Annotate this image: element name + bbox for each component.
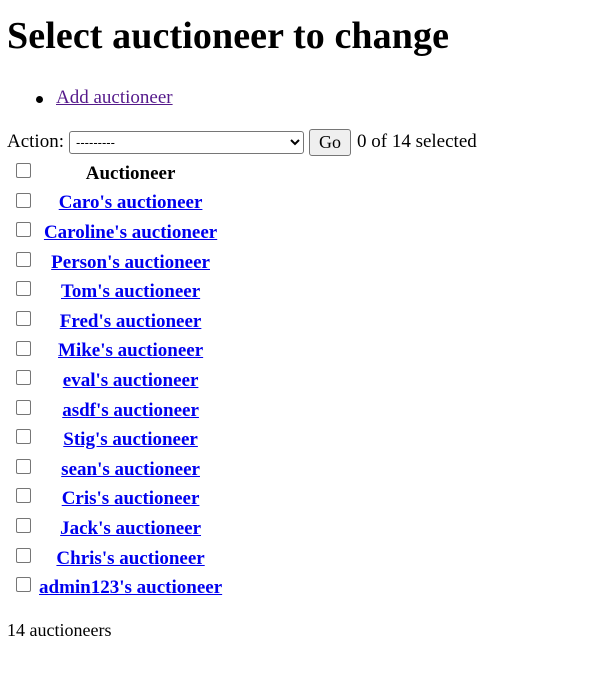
result-count: 14 auctioneers bbox=[7, 619, 112, 640]
row-name-cell: Caroline's auctioneer bbox=[38, 219, 223, 247]
row-checkbox-cell bbox=[8, 515, 36, 543]
row-name-cell: admin123's auctioneer bbox=[38, 574, 223, 602]
table-header-row: Auctioneer bbox=[8, 160, 223, 188]
row-checkbox[interactable] bbox=[16, 458, 31, 474]
table-row: Jack's auctioneer bbox=[8, 515, 223, 543]
go-button[interactable]: Go bbox=[309, 128, 351, 156]
column-header-auctioneer: Auctioneer bbox=[85, 162, 176, 184]
page-title: Select auctioneer to change bbox=[7, 15, 450, 57]
row-checkbox[interactable] bbox=[16, 222, 31, 238]
table-row: Chris's auctioneer bbox=[8, 545, 223, 573]
row-checkbox[interactable] bbox=[16, 429, 31, 445]
table-row: sean's auctioneer bbox=[8, 456, 223, 484]
row-checkbox[interactable] bbox=[16, 518, 31, 534]
row-checkbox-cell bbox=[8, 338, 36, 366]
auctioneer-link[interactable]: asdf's auctioneer bbox=[62, 400, 199, 421]
table-row: admin123's auctioneer bbox=[8, 574, 223, 602]
table-row: Cris's auctioneer bbox=[8, 486, 223, 514]
bullet-icon bbox=[36, 96, 43, 103]
auctioneer-link[interactable]: Cris's auctioneer bbox=[62, 488, 200, 509]
row-checkbox-cell bbox=[8, 574, 36, 602]
select-all-cell bbox=[8, 160, 36, 188]
row-name-cell: Fred's auctioneer bbox=[38, 308, 223, 336]
object-tools: Add auctioneer bbox=[7, 86, 616, 110]
content: Select auctioneer to change Add auctione… bbox=[0, 0, 616, 641]
row-name-cell: Caro's auctioneer bbox=[38, 190, 223, 218]
row-name-cell: Person's auctioneer bbox=[38, 249, 223, 277]
auctioneer-link[interactable]: Mike's auctioneer bbox=[58, 340, 203, 361]
auctioneer-link[interactable]: Caro's auctioneer bbox=[59, 192, 203, 213]
row-checkbox[interactable] bbox=[16, 547, 31, 563]
row-checkbox[interactable] bbox=[16, 370, 31, 386]
row-name-cell: Chris's auctioneer bbox=[38, 545, 223, 573]
table-row: Mike's auctioneer bbox=[8, 338, 223, 366]
row-checkbox[interactable] bbox=[16, 192, 31, 208]
row-checkbox-cell bbox=[8, 190, 36, 218]
row-name-cell: sean's auctioneer bbox=[38, 456, 223, 484]
table-row: Person's auctioneer bbox=[8, 249, 223, 277]
auctioneer-link[interactable]: sean's auctioneer bbox=[61, 459, 200, 480]
row-name-cell: Cris's auctioneer bbox=[38, 486, 223, 514]
auctioneer-link[interactable]: eval's auctioneer bbox=[63, 370, 199, 391]
add-auctioneer-link[interactable]: Add auctioneer bbox=[56, 87, 173, 108]
table-row: asdf's auctioneer bbox=[8, 397, 223, 425]
object-tools-item: Add auctioneer bbox=[36, 86, 616, 110]
row-checkbox[interactable] bbox=[16, 310, 31, 326]
select-all-checkbox[interactable] bbox=[16, 162, 31, 178]
auctioneer-link[interactable]: Caroline's auctioneer bbox=[44, 222, 217, 243]
table-row: Caroline's auctioneer bbox=[8, 219, 223, 247]
row-name-cell: Jack's auctioneer bbox=[38, 515, 223, 543]
row-name-cell: Tom's auctioneer bbox=[38, 278, 223, 306]
table-row: Stig's auctioneer bbox=[8, 426, 223, 454]
row-checkbox[interactable] bbox=[16, 399, 31, 415]
result-list-table: Auctioneer Caro's auctioneer Caroline's a… bbox=[6, 158, 225, 604]
row-checkbox[interactable] bbox=[16, 340, 31, 356]
row-checkbox[interactable] bbox=[16, 577, 31, 593]
row-name-cell: Stig's auctioneer bbox=[38, 426, 223, 454]
row-checkbox-cell bbox=[8, 249, 36, 277]
row-checkbox-cell bbox=[8, 367, 36, 395]
row-checkbox-cell bbox=[8, 219, 36, 247]
auctioneer-link[interactable]: Tom's auctioneer bbox=[61, 281, 200, 302]
row-checkbox-cell bbox=[8, 308, 36, 336]
table-row: Tom's auctioneer bbox=[8, 278, 223, 306]
auctioneer-link[interactable]: Jack's auctioneer bbox=[60, 518, 201, 539]
row-name-cell: eval's auctioneer bbox=[38, 367, 223, 395]
selection-counter: 0 of 14 selected bbox=[357, 131, 477, 152]
row-name-cell: asdf's auctioneer bbox=[38, 397, 223, 425]
action-label: Action: bbox=[7, 131, 64, 152]
row-checkbox[interactable] bbox=[16, 281, 31, 297]
auctioneer-link[interactable]: Stig's auctioneer bbox=[63, 429, 198, 450]
row-checkbox-cell bbox=[8, 486, 36, 514]
auctioneer-link[interactable]: Person's auctioneer bbox=[51, 252, 210, 273]
table-body: Caro's auctioneer Caroline's auctioneer Pe… bbox=[8, 190, 223, 602]
table-row: Fred's auctioneer bbox=[8, 308, 223, 336]
row-checkbox-cell bbox=[8, 278, 36, 306]
action-select[interactable]: --------- bbox=[69, 130, 304, 154]
table-row: eval's auctioneer bbox=[8, 367, 223, 395]
row-checkbox[interactable] bbox=[16, 251, 31, 267]
auctioneer-link[interactable]: admin123's auctioneer bbox=[39, 577, 222, 598]
row-checkbox-cell bbox=[8, 456, 36, 484]
row-checkbox-cell bbox=[8, 545, 36, 573]
row-checkbox-cell bbox=[8, 426, 36, 454]
actions-bar: Action: --------- Go 0 of 14 selected bbox=[7, 128, 616, 156]
auctioneer-link[interactable]: Chris's auctioneer bbox=[56, 548, 204, 569]
row-name-cell: Mike's auctioneer bbox=[38, 338, 223, 366]
table-row: Caro's auctioneer bbox=[8, 190, 223, 218]
auctioneer-link[interactable]: Fred's auctioneer bbox=[60, 311, 202, 332]
row-checkbox[interactable] bbox=[16, 488, 31, 504]
row-checkbox-cell bbox=[8, 397, 36, 425]
